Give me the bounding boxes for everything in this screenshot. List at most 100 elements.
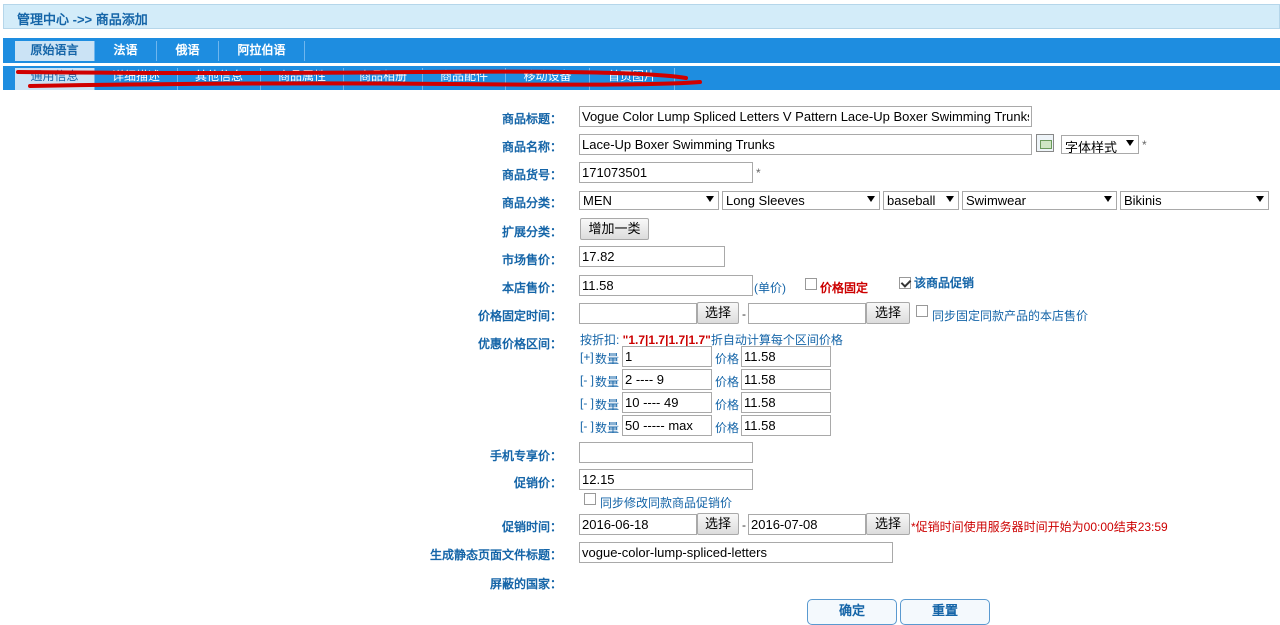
discount-hint-suffix: 折自动计算每个区间价格 xyxy=(710,333,843,347)
chevron-down-icon xyxy=(706,196,714,202)
category-select-1-value: MEN xyxy=(583,193,612,208)
tab-goods-gallery[interactable]: 商品相册 xyxy=(344,68,423,90)
category-select-5-value: Bikinis xyxy=(1124,193,1162,208)
tab-detail-description[interactable]: 详细描述 xyxy=(95,68,178,90)
tab-mobile-devices[interactable]: 移动设备 xyxy=(506,68,590,90)
tab-russian[interactable]: 俄语 xyxy=(157,41,219,61)
goods-title-label: 商品标题： xyxy=(501,112,562,126)
chevron-down-icon xyxy=(1256,196,1264,202)
goods-name-label: 商品名称： xyxy=(501,140,562,154)
tab-general-info[interactable]: 通用信息 xyxy=(15,68,95,90)
promote-price-label: 促销价： xyxy=(513,476,562,490)
chevron-down-icon xyxy=(1104,196,1112,202)
mobile-price-label: 手机专享价： xyxy=(489,449,562,463)
tab-french[interactable]: 法语 xyxy=(95,41,157,61)
chevron-down-icon xyxy=(1126,140,1134,146)
tier-price-input[interactable] xyxy=(741,369,831,390)
mobile-price-input[interactable] xyxy=(579,442,753,463)
discount-hint-values: "1.7|1.7|1.7|1.7" xyxy=(622,333,711,347)
fixed-start-select-button[interactable]: 选择 xyxy=(697,302,739,324)
price-fixed-checkbox[interactable] xyxy=(805,278,817,290)
page-title: 管理中心 ->> 商品添加 xyxy=(3,4,1280,29)
promote-end-input[interactable] xyxy=(748,514,866,535)
promote-start-select-button[interactable]: 选择 xyxy=(697,513,739,535)
goods-sn-label: 商品货号： xyxy=(501,168,562,182)
tier-qty-label: 数量 xyxy=(595,375,620,389)
promote-price-input[interactable] xyxy=(579,469,753,490)
promote-end-select-button[interactable]: 选择 xyxy=(866,513,910,535)
tier-price-label: 价格 xyxy=(715,352,740,366)
add-category-button[interactable]: 增加一类 xyxy=(580,218,649,240)
shop-price-label: 本店售价： xyxy=(501,281,562,295)
date-range-dash: - xyxy=(742,307,746,321)
tier-qty-input[interactable] xyxy=(622,392,712,413)
fixed-end-input[interactable] xyxy=(748,303,866,324)
category-label: 商品分类： xyxy=(501,196,562,210)
sync-promote-label: 同步修改同款商品促销价 xyxy=(600,496,733,510)
tier-qty-input[interactable] xyxy=(622,346,712,367)
tier-remove-toggle[interactable]: [- ] xyxy=(580,373,594,387)
tier-qty-label: 数量 xyxy=(595,352,620,366)
tier-price-input[interactable] xyxy=(741,346,831,367)
tier-remove-toggle[interactable]: [- ] xyxy=(580,419,594,433)
category-select-2-value: Long Sleeves xyxy=(726,193,805,208)
promote-checkbox-label: 该商品促销 xyxy=(914,276,975,290)
reset-button[interactable]: 重置 xyxy=(900,599,990,625)
font-style-select[interactable]: 字体样式 xyxy=(1061,135,1139,154)
tier-price-input[interactable] xyxy=(741,392,831,413)
section-tab-bar: 通用信息 详细描述 其他信息 商品属性 商品相册 商品配件 移动设备 首页图片 xyxy=(3,66,1280,90)
static-title-label: 生成静态页面文件标题： xyxy=(429,548,562,562)
required-mark: * xyxy=(756,166,761,180)
category-select-5[interactable]: Bikinis xyxy=(1120,191,1269,210)
tab-arabic[interactable]: 阿拉伯语 xyxy=(219,41,305,61)
color-picker-icon[interactable] xyxy=(1036,134,1054,152)
goods-name-input[interactable] xyxy=(579,134,1032,155)
volume-price-label: 优惠价格区间： xyxy=(477,337,562,351)
price-fixed-label: 价格固定 xyxy=(820,281,869,295)
tier-qty-label: 数量 xyxy=(595,398,620,412)
goods-title-input[interactable] xyxy=(579,106,1032,127)
tier-price-input[interactable] xyxy=(741,415,831,436)
category-select-3[interactable]: baseball xyxy=(883,191,959,210)
tab-homepage-images[interactable]: 首页图片 xyxy=(590,68,675,90)
market-price-input[interactable] xyxy=(579,246,725,267)
fixed-time-label: 价格固定时间： xyxy=(477,309,562,323)
tab-goods-attributes[interactable]: 商品属性 xyxy=(261,68,344,90)
date-range-dash: - xyxy=(742,518,746,532)
chevron-down-icon xyxy=(867,196,875,202)
language-tab-bar: 原始语言 法语 俄语 阿拉伯语 xyxy=(3,38,1280,63)
required-mark: * xyxy=(1142,138,1147,152)
market-price-label: 市场售价： xyxy=(501,253,562,267)
ext-category-label: 扩展分类： xyxy=(501,225,562,239)
shop-price-input[interactable] xyxy=(579,275,753,296)
tier-price-label: 价格 xyxy=(715,421,740,435)
chevron-down-icon xyxy=(946,196,954,202)
goods-sn-input[interactable] xyxy=(579,162,753,183)
category-select-4[interactable]: Swimwear xyxy=(962,191,1117,210)
fixed-end-select-button[interactable]: 选择 xyxy=(866,302,910,324)
tab-original-language[interactable]: 原始语言 xyxy=(15,41,95,61)
tier-add-toggle[interactable]: [+] xyxy=(580,350,594,364)
tier-price-label: 价格 xyxy=(715,375,740,389)
sync-promote-checkbox[interactable] xyxy=(584,493,596,505)
unit-price-hint: (单价) xyxy=(754,281,786,295)
category-select-2[interactable]: Long Sleeves xyxy=(722,191,880,210)
sync-fixed-checkbox[interactable] xyxy=(916,305,928,317)
blocked-countries-label: 屏蔽的国家： xyxy=(489,577,562,591)
discount-hint-prefix: 按折扣: xyxy=(580,333,623,347)
promote-time-note: *促销时间使用服务器时间开始为00:00结束23:59 xyxy=(911,520,1168,534)
tier-price-label: 价格 xyxy=(715,398,740,412)
promote-checkbox[interactable] xyxy=(899,277,911,289)
category-select-1[interactable]: MEN xyxy=(579,191,719,210)
tab-goods-accessories[interactable]: 商品配件 xyxy=(423,68,506,90)
tier-qty-input[interactable] xyxy=(622,369,712,390)
tab-other-info[interactable]: 其他信息 xyxy=(178,68,261,90)
confirm-button[interactable]: 确定 xyxy=(807,599,897,625)
fixed-start-input[interactable] xyxy=(579,303,697,324)
tier-qty-input[interactable] xyxy=(622,415,712,436)
category-select-3-value: baseball xyxy=(887,193,936,208)
tier-remove-toggle[interactable]: [- ] xyxy=(580,396,594,410)
font-style-select-value: 字体样式 xyxy=(1065,140,1118,154)
promote-start-input[interactable] xyxy=(579,514,697,535)
static-title-input[interactable] xyxy=(579,542,893,563)
